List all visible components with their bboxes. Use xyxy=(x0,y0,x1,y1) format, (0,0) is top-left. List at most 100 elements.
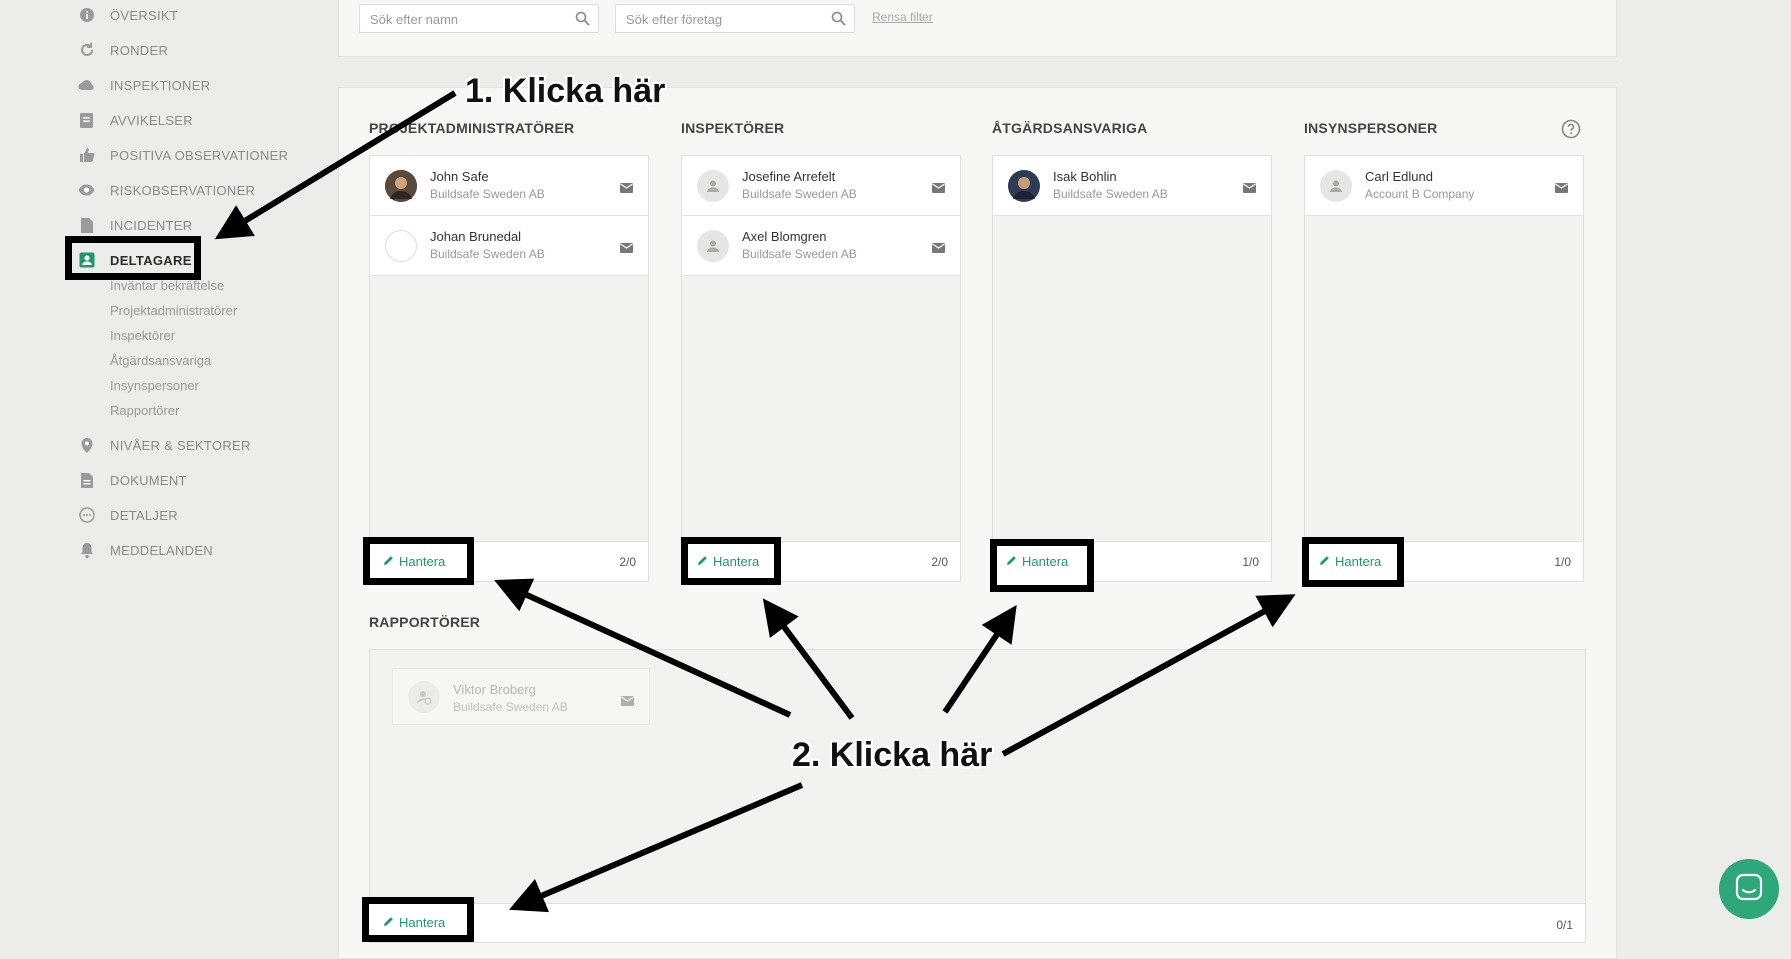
list-item[interactable]: Johan Brunedal Buildsafe Sweden AB xyxy=(370,216,648,276)
mail-icon[interactable] xyxy=(932,240,945,258)
mail-icon[interactable] xyxy=(621,693,634,711)
column-list-projektadmin: John Safe Buildsafe Sweden AB Johan Brun… xyxy=(369,155,649,582)
manage-button-rapportorer[interactable]: Hantera xyxy=(383,915,445,930)
pencil-icon xyxy=(697,554,708,569)
member-count: 1/0 xyxy=(1242,555,1259,569)
clear-filter-link[interactable]: Rensa filter xyxy=(872,10,933,24)
person-company: Buildsafe Sweden AB xyxy=(430,247,545,261)
sidebar-subitem-rapportorer[interactable]: Rapportörer xyxy=(110,403,179,418)
location-pin-icon xyxy=(78,437,95,454)
pencil-icon xyxy=(383,915,394,930)
pencil-icon xyxy=(1006,554,1017,569)
sidebar-item-incidenter[interactable]: INCIDENTER xyxy=(78,213,192,237)
list-item[interactable]: Viktor Broberg Buildsafe Sweden AB xyxy=(392,668,650,725)
sidebar-item-label: NIVÅER & SEKTORER xyxy=(110,437,251,453)
search-icon[interactable] xyxy=(831,11,846,31)
refresh-icon xyxy=(78,42,95,59)
avatar xyxy=(697,230,729,262)
file-icon xyxy=(78,472,95,489)
list-item[interactable]: Isak Bohlin Buildsafe Sweden AB xyxy=(993,156,1271,216)
column-list-atgardsansvariga: Isak Bohlin Buildsafe Sweden AB xyxy=(992,155,1272,582)
member-count: 2/0 xyxy=(931,555,948,569)
manage-label: Hantera xyxy=(1022,554,1069,569)
search-placeholder: Sök efter namn xyxy=(370,12,459,27)
sidebar-item-risk[interactable]: RISKOBSERVATIONER xyxy=(78,178,255,202)
highlight-box xyxy=(65,236,201,280)
pencil-icon xyxy=(1319,554,1330,569)
sidebar-item-label: RISKOBSERVATIONER xyxy=(110,182,256,198)
sidebar-item-label: POSITIVA OBSERVATIONER xyxy=(110,147,289,163)
eye-icon xyxy=(78,182,95,199)
manage-label: Hantera xyxy=(1335,554,1382,569)
bell-icon xyxy=(78,542,95,559)
person-company: Buildsafe Sweden AB xyxy=(742,187,857,201)
column-title-atgardsansvariga: ÅTGÄRDSANSVARIGA xyxy=(992,120,1148,136)
mail-icon[interactable] xyxy=(620,240,633,258)
mail-icon[interactable] xyxy=(932,180,945,198)
info-icon xyxy=(78,7,95,24)
avatar xyxy=(408,681,440,713)
person-name: Carl Edlund xyxy=(1365,169,1433,184)
sidebar-item-label: AVVIKELSER xyxy=(110,112,193,128)
sidebar-item-inspektioner[interactable]: INSPEKTIONER xyxy=(78,73,210,97)
list-item[interactable]: John Safe Buildsafe Sweden AB xyxy=(370,156,648,216)
document-icon xyxy=(78,217,95,234)
column-list-inspektorer: Josefine Arrefelt Buildsafe Sweden AB Ax… xyxy=(681,155,961,582)
cloud-icon xyxy=(78,77,95,94)
pencil-icon xyxy=(383,554,394,569)
sidebar-item-label: DOKUMENT xyxy=(110,472,187,488)
sidebar-item-oversikt[interactable]: ÖVERSIKT xyxy=(78,3,178,27)
manage-label: Hantera xyxy=(713,554,760,569)
thumbs-up-icon xyxy=(78,147,95,164)
manage-button-insynspersoner[interactable]: Hantera xyxy=(1319,554,1381,569)
person-company: Buildsafe Sweden AB xyxy=(453,700,568,714)
mail-icon[interactable] xyxy=(1243,180,1256,198)
manage-label: Hantera xyxy=(399,915,446,930)
sidebar-item-meddelanden[interactable]: MEDDELANDEN xyxy=(78,538,213,562)
avatar xyxy=(1008,170,1040,202)
person-name: Viktor Broberg xyxy=(453,682,536,697)
sidebar-subitem-invantar[interactable]: Inväntar bekräftelse xyxy=(110,278,224,293)
sidebar-item-label: INSPEKTIONER xyxy=(110,77,211,93)
sidebar-subitem-insynspersoner[interactable]: Insynspersoner xyxy=(110,378,199,393)
column-title-inspektorer: INSPEKTÖRER xyxy=(681,120,785,136)
person-company: Buildsafe Sweden AB xyxy=(742,247,857,261)
sidebar-item-label: DETALJER xyxy=(110,507,178,523)
mail-icon[interactable] xyxy=(620,180,633,198)
sidebar-item-dokument[interactable]: DOKUMENT xyxy=(78,468,187,492)
list-item[interactable]: Josefine Arrefelt Buildsafe Sweden AB xyxy=(682,156,960,216)
sidebar-subitem-inspektorer[interactable]: Inspektörer xyxy=(110,328,175,343)
sidebar-subitem-projektadmin[interactable]: Projektadministratörer xyxy=(110,303,237,318)
annotation-step2: 2. Klicka här xyxy=(792,736,993,774)
person-company: Buildsafe Sweden AB xyxy=(1053,187,1168,201)
chat-launcher-button[interactable] xyxy=(1719,859,1779,919)
sidebar-item-positiva[interactable]: POSITIVA OBSERVATIONER xyxy=(78,143,288,167)
manage-button-projektadmin[interactable]: Hantera xyxy=(383,554,445,569)
company-search-field[interactable]: Sök efter företag xyxy=(615,4,855,33)
sidebar-item-ronder[interactable]: RONDER xyxy=(78,38,168,62)
sidebar-item-label: RONDER xyxy=(110,42,169,58)
sidebar-item-label: ÖVERSIKT xyxy=(110,7,179,23)
manage-label: Hantera xyxy=(399,554,446,569)
chat-icon xyxy=(1735,873,1763,906)
reporters-list: Viktor Broberg Buildsafe Sweden AB xyxy=(369,649,1586,904)
manage-button-atgardsansvariga[interactable]: Hantera xyxy=(1006,554,1068,569)
sidebar-item-avvikelser[interactable]: AVVIKELSER xyxy=(78,108,193,132)
sidebar-item-label: INCIDENTER xyxy=(110,217,193,233)
sidebar-item-nivaer[interactable]: NIVÅER & SEKTORER xyxy=(78,433,251,457)
avatar xyxy=(385,230,417,262)
list-item[interactable]: Carl Edlund Account B Company xyxy=(1305,156,1583,216)
sidebar-subitem-atgardsansvariga[interactable]: Åtgärdsansvariga xyxy=(110,353,211,368)
search-placeholder: Sök efter företag xyxy=(626,12,723,27)
mail-icon[interactable] xyxy=(1555,180,1568,198)
person-name: Josefine Arrefelt xyxy=(742,169,836,184)
reporters-title: RAPPORTÖRER xyxy=(369,614,481,630)
name-search-field[interactable]: Sök efter namn xyxy=(359,4,599,33)
sidebar-item-detaljer[interactable]: DETALJER xyxy=(78,503,178,527)
member-count: 0/1 xyxy=(1556,918,1573,932)
help-icon[interactable] xyxy=(1561,119,1581,144)
search-icon[interactable] xyxy=(575,11,590,31)
list-item[interactable]: Axel Blomgren Buildsafe Sweden AB xyxy=(682,216,960,276)
manage-button-inspektorer[interactable]: Hantera xyxy=(697,554,759,569)
avatar xyxy=(697,170,729,202)
